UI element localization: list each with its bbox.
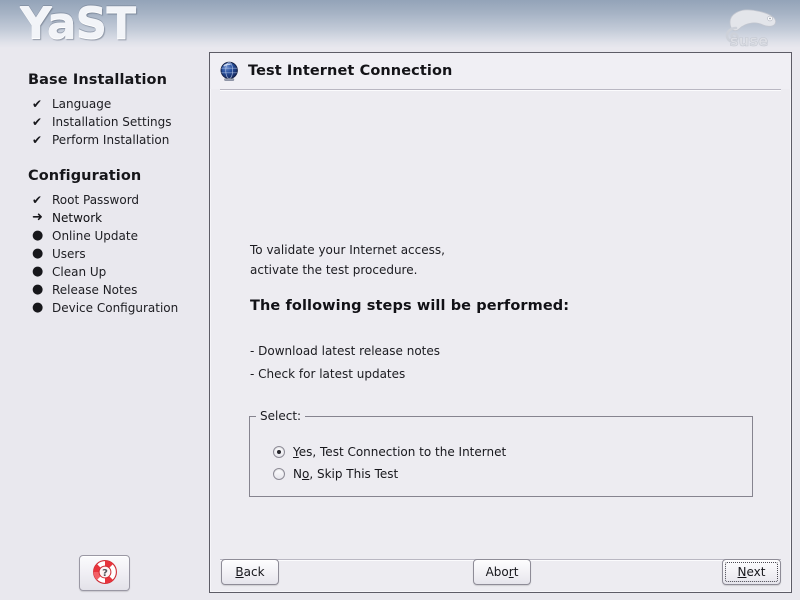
sidebar-step-label: Device Configuration [52,301,179,315]
arrow-right-icon: ➜ [32,210,43,225]
sidebar-step-online-update: ● Online Update [28,227,208,245]
back-button[interactable]: Back [221,559,279,585]
sidebar-heading-configuration: Configuration [28,168,142,184]
button-label-prefix: Abo [485,565,509,579]
dialog-content: To validate your Internet access, activa… [210,89,791,559]
bullet-icon: ● [32,246,44,261]
groupbox-legend: Select: [256,409,306,423]
button-label: Abort [486,565,519,579]
radio-label: No, Skip This Test [293,467,398,481]
dialog-title-bar: Test Internet Connection [210,53,791,89]
sidebar-step-label: Clean Up [52,265,107,279]
sidebar-step-network: ➜ Network [28,209,208,227]
list-item: - Check for latest updates [250,367,406,381]
check-icon: ✔ [32,193,43,207]
sidebar-step-clean-up: ● Clean Up [28,263,208,281]
intro-text: To validate your Internet access, activa… [250,241,445,280]
next-button[interactable]: Next [722,559,781,585]
suse-wordmark: suse [730,32,769,48]
sidebar-step-label: Perform Installation [52,133,170,147]
button-mnemonic: N [737,565,747,579]
sidebar-step-users: ● Users [28,245,208,263]
sidebar-step-root-password: ✔ Root Password [28,191,208,209]
installation-steps-sidebar: Base Installation ✔ Language ✔ Installat… [0,48,208,600]
sidebar-step-label: Users [52,247,86,261]
check-icon: ✔ [32,133,43,147]
yast-logo: YaST [20,0,136,49]
select-groupbox: Select: Yes, Test Connection to the Inte… [249,409,753,497]
intro-line-1: To validate your Internet access, [250,243,445,257]
header-banner: YaST suse [0,0,800,49]
radio-label-text: , Skip This Test [309,467,399,481]
radio-button-icon[interactable] [273,468,285,480]
button-label: Next [738,565,766,579]
sidebar-heading-base-installation: Base Installation [28,72,168,88]
check-icon: ✔ [32,97,43,111]
intro-line-2: activate the test procedure. [250,262,418,277]
steps-list: - Download latest release notes - Check … [250,340,440,386]
page-title: Test Internet Connection [248,63,453,79]
life-ring-help-icon: ? [92,559,118,588]
button-mnemonic: B [235,565,244,579]
suse-chameleon-logo: suse [716,4,782,48]
sidebar-step-installation-settings: ✔ Installation Settings [28,113,208,131]
sidebar-step-label: Online Update [52,229,138,243]
sidebar-step-label: Language [52,97,112,111]
button-label-text: ack [243,565,265,579]
button-label-text: ext [746,565,766,579]
sidebar-step-perform-installation: ✔ Perform Installation [28,131,208,149]
radio-option-yes-test-connection[interactable]: Yes, Test Connection to the Internet [273,445,506,459]
bullet-icon: ● [32,264,44,279]
button-label-text: t [513,565,519,579]
help-button[interactable]: ? [79,555,130,591]
bullet-icon: ● [32,228,44,243]
radio-label-text: es, Test Connection to the Internet [298,445,507,459]
sidebar-step-label: Root Password [52,193,140,207]
sidebar-step-release-notes: ● Release Notes [28,281,208,299]
radio-button-icon[interactable] [273,446,285,458]
radio-option-no-skip-test[interactable]: No, Skip This Test [273,467,398,481]
button-label: Back [235,565,264,579]
sidebar-step-label: Release Notes [52,283,138,297]
main-dialog: Test Internet Connection To validate you… [209,52,792,593]
question-mark-glyph: ? [102,568,108,579]
sidebar-step-label: Installation Settings [52,115,172,129]
sidebar-step-language: ✔ Language [28,95,208,113]
bullet-icon: ● [32,300,44,315]
sidebar-step-label: Network [52,211,103,225]
bullet-icon: ● [32,282,44,297]
radio-label-prefix: N [293,467,302,481]
list-item: - Download latest release notes [250,344,441,358]
check-icon: ✔ [32,115,43,129]
steps-heading: The following steps will be performed: [250,298,570,314]
sidebar-step-device-configuration: ● Device Configuration [28,299,208,317]
abort-button[interactable]: Abort [473,559,531,585]
globe-internet-icon [219,61,240,82]
radio-label: Yes, Test Connection to the Internet [293,445,506,459]
